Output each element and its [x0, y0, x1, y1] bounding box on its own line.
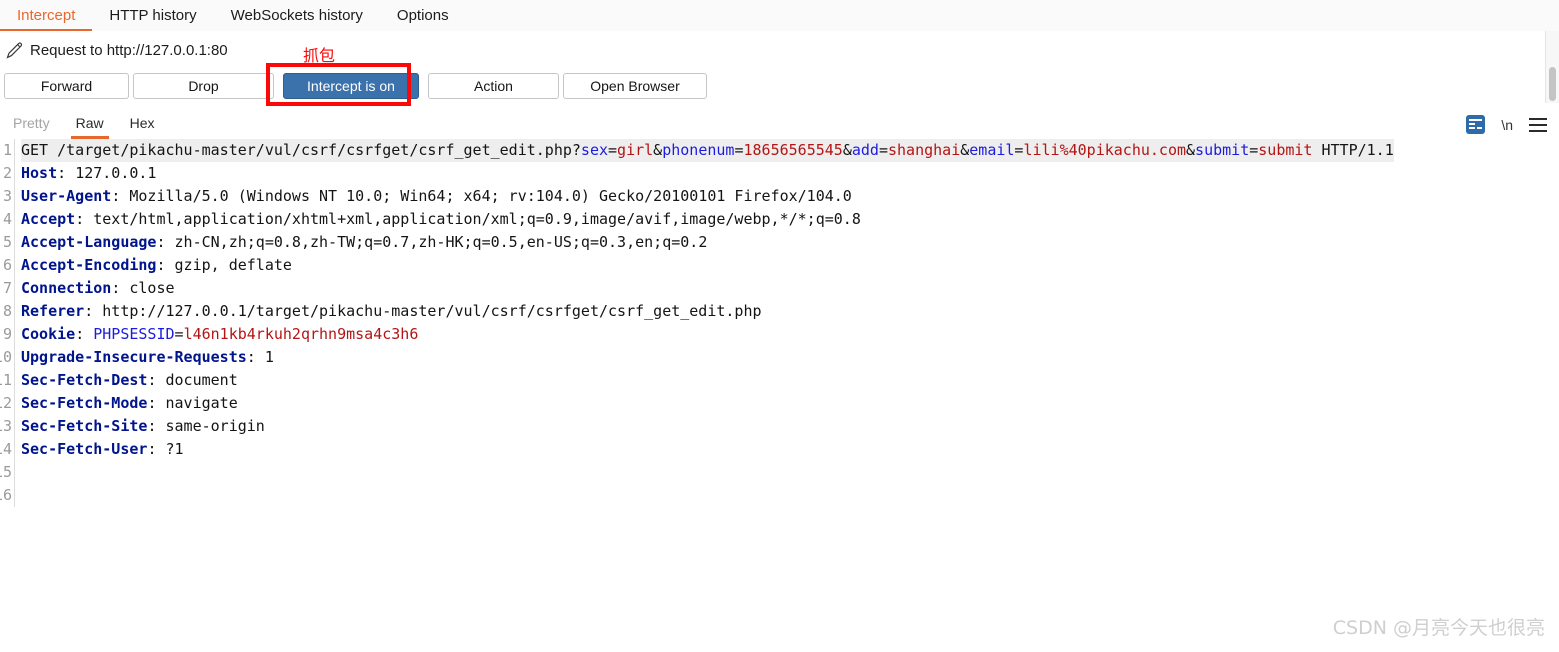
- code-line: 8 Referer: http://127.0.0.1/target/pikach…: [0, 300, 1559, 323]
- line-number: 10: [0, 348, 12, 366]
- line-number: 14: [0, 440, 12, 458]
- line-number: 9: [2, 325, 12, 343]
- code-line: 11 Sec-Fetch-Dest: document: [0, 369, 1559, 392]
- upper-panel-scrollbar[interactable]: [1545, 31, 1559, 103]
- code-line: 12 Sec-Fetch-Mode: navigate: [0, 392, 1559, 415]
- line-number: 8: [2, 302, 12, 320]
- code-line: 10 Upgrade-Insecure-Requests: 1: [0, 346, 1559, 369]
- open-browser-button[interactable]: Open Browser: [563, 73, 707, 99]
- raw-request-editor[interactable]: 1 GET /target/pikachu-master/vul/csrf/csr…: [0, 139, 1559, 652]
- code-line-text: Accept: text/html,application/xhtml+xml,…: [21, 210, 861, 228]
- gutter-divider: [14, 185, 15, 208]
- tab-http-history[interactable]: HTTP history: [92, 0, 213, 31]
- code-line-text: Sec-Fetch-Mode: navigate: [21, 394, 238, 412]
- gutter-divider: [14, 323, 15, 346]
- code-line: 1 GET /target/pikachu-master/vul/csrf/csr…: [0, 139, 1559, 162]
- code-line: 13 Sec-Fetch-Site: same-origin: [0, 415, 1559, 438]
- code-line: 3 User-Agent: Mozilla/5.0 (Windows NT 10.…: [0, 185, 1559, 208]
- gutter-divider: [14, 139, 15, 162]
- intercept-toggle-button[interactable]: Intercept is on: [283, 73, 419, 99]
- line-number: 15: [0, 463, 12, 481]
- gutter-divider: [14, 208, 15, 231]
- gutter-divider: [14, 484, 15, 507]
- upper-panel-scrollbar-thumb[interactable]: [1549, 67, 1556, 101]
- line-number: 2: [2, 164, 12, 182]
- tab-raw-label: Raw: [75, 115, 104, 131]
- gutter-divider: [14, 231, 15, 254]
- tab-pretty-label: Pretty: [13, 115, 50, 131]
- word-wrap-icon[interactable]: [1466, 115, 1486, 134]
- line-number: 12: [0, 394, 12, 412]
- tab-intercept-label: Intercept: [17, 7, 76, 24]
- code-line-text: GET /target/pikachu-master/vul/csrf/csrf…: [21, 139, 1394, 162]
- line-number: 11: [0, 371, 12, 389]
- gutter-divider: [14, 369, 15, 392]
- pencil-icon: [4, 39, 26, 61]
- tab-http-history-label: HTTP history: [109, 7, 197, 24]
- tab-options[interactable]: Options: [380, 0, 466, 31]
- code-line: 6 Accept-Encoding: gzip, deflate: [0, 254, 1559, 277]
- code-line: 2 Host: 127.0.0.1: [0, 162, 1559, 185]
- line-number: 1: [2, 141, 12, 159]
- gutter-divider: [14, 254, 15, 277]
- viewer-tab-bar: Pretty Raw Hex \n: [0, 110, 1559, 140]
- code-line-text: Sec-Fetch-User: ?1: [21, 440, 184, 458]
- tab-websockets-history-label: WebSockets history: [230, 7, 363, 24]
- code-line: 5 Accept-Language: zh-CN,zh;q=0.8,zh-TW;q…: [0, 231, 1559, 254]
- code-line: 14 Sec-Fetch-User: ?1: [0, 438, 1559, 461]
- line-number: 7: [2, 279, 12, 297]
- intercept-button-bar: Forward Drop Intercept is on Action Open…: [0, 69, 1559, 103]
- line-number: 13: [0, 417, 12, 435]
- gutter-divider: [14, 461, 15, 484]
- tab-intercept[interactable]: Intercept: [0, 0, 93, 32]
- line-number: 5: [2, 233, 12, 251]
- code-line-text: Sec-Fetch-Site: same-origin: [21, 417, 265, 435]
- forward-button[interactable]: Forward: [4, 73, 129, 99]
- line-number: 6: [2, 256, 12, 274]
- hamburger-menu-icon[interactable]: [1529, 117, 1547, 132]
- tab-options-label: Options: [396, 7, 449, 24]
- main-tab-bar: Intercept HTTP history WebSockets histor…: [0, 0, 1559, 32]
- request-target-row: Request to http://127.0.0.1:80: [0, 31, 1559, 69]
- code-line: 15: [0, 461, 1559, 484]
- drop-button[interactable]: Drop: [133, 73, 274, 99]
- code-line-text: Upgrade-Insecure-Requests: 1: [21, 348, 274, 366]
- gutter-divider: [14, 162, 15, 185]
- gutter-divider: [14, 300, 15, 323]
- tab-raw[interactable]: Raw: [63, 110, 117, 139]
- code-line: 9 Cookie: PHPSESSID=l46n1kb4rkuh2qrhn9msa…: [0, 323, 1559, 346]
- watermark: CSDN @月亮今天也很亮: [1332, 617, 1545, 639]
- line-number: 3: [2, 187, 12, 205]
- line-number: 4: [2, 210, 12, 228]
- gutter-divider: [14, 438, 15, 461]
- code-line-text: User-Agent: Mozilla/5.0 (Windows NT 10.0…: [21, 187, 852, 205]
- tab-websockets-history[interactable]: WebSockets history: [214, 0, 380, 31]
- annotation-label: 抓包: [303, 46, 336, 65]
- code-line-text: Cookie: PHPSESSID=l46n1kb4rkuh2qrhn9msa4…: [21, 325, 419, 343]
- code-line: 4 Accept: text/html,application/xhtml+xml…: [0, 208, 1559, 231]
- gutter-divider: [14, 277, 15, 300]
- line-number: 16: [0, 486, 12, 504]
- action-button[interactable]: Action: [428, 73, 559, 99]
- code-line-text: Connection: close: [21, 279, 175, 297]
- code-line: 16: [0, 484, 1559, 507]
- request-code-body: 1 GET /target/pikachu-master/vul/csrf/csr…: [0, 139, 1559, 507]
- tab-pretty[interactable]: Pretty: [0, 110, 63, 139]
- code-line-text: Accept-Encoding: gzip, deflate: [21, 256, 292, 274]
- tab-hex[interactable]: Hex: [117, 110, 168, 139]
- newline-icon[interactable]: \n: [1501, 117, 1513, 133]
- code-line-text: Sec-Fetch-Dest: document: [21, 371, 238, 389]
- request-target-label: Request to http://127.0.0.1:80: [30, 41, 228, 59]
- tab-hex-label: Hex: [129, 115, 155, 131]
- code-line-text: Accept-Language: zh-CN,zh;q=0.8,zh-TW;q=…: [21, 233, 708, 251]
- code-line-text: Host: 127.0.0.1: [21, 164, 157, 182]
- gutter-divider: [14, 415, 15, 438]
- gutter-divider: [14, 346, 15, 369]
- viewer-tools: \n: [1466, 115, 1559, 134]
- code-line-text: Referer: http://127.0.0.1/target/pikachu…: [21, 302, 762, 320]
- gutter-divider: [14, 392, 15, 415]
- code-line: 7 Connection: close: [0, 277, 1559, 300]
